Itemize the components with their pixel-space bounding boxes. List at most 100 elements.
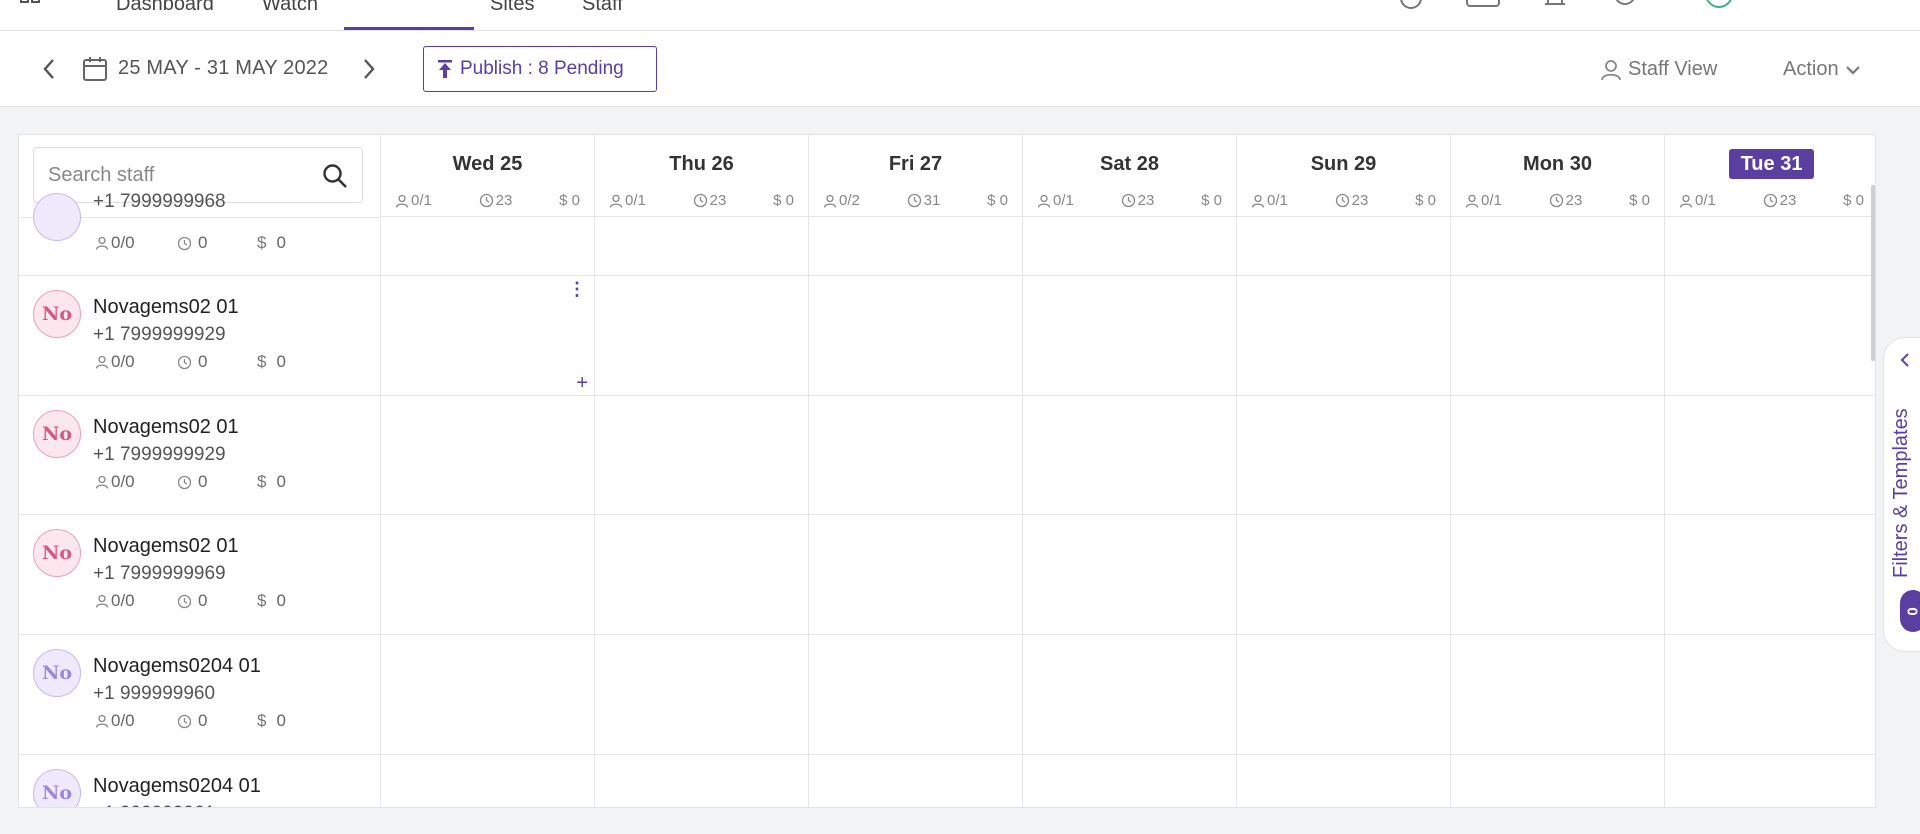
schedule-cell[interactable] xyxy=(808,396,1022,514)
schedule-cell[interactable] xyxy=(594,755,808,807)
staff-info-cell[interactable]: +1 7999999968 0/0 0 $0 xyxy=(19,191,380,275)
staff-shifts: 0/0 xyxy=(95,352,177,372)
day-header: Wed 25 0/1 23 $ 0 xyxy=(380,135,594,217)
day-cost-value: $ 0 xyxy=(1415,192,1436,209)
day-name-text: Tue 31 xyxy=(1728,149,1815,179)
schedule-cell[interactable] xyxy=(1450,635,1664,754)
schedule-cell[interactable] xyxy=(1022,276,1236,395)
staff-info-cell[interactable]: No Novagems02 01 +1 7999999929 0/0 0 $0 xyxy=(19,276,380,395)
staff-info-cell[interactable]: No Novagems02 01 +1 7999999929 0/0 0 $0 xyxy=(19,396,380,514)
schedule-cell[interactable] xyxy=(1022,515,1236,634)
schedule-cell[interactable] xyxy=(380,396,594,514)
person-icon xyxy=(95,594,109,608)
schedule-cell[interactable] xyxy=(1664,276,1875,395)
schedule-cell[interactable] xyxy=(1022,217,1236,275)
schedule-cell[interactable] xyxy=(808,755,1022,807)
day-stats: 0/2 31 $ 0 xyxy=(823,192,1008,209)
schedule-cell[interactable] xyxy=(1450,755,1664,807)
staff-view-toggle[interactable]: Staff View xyxy=(1600,58,1717,81)
day-name-text: Sun 29 xyxy=(1310,153,1377,175)
calendar-icon[interactable] xyxy=(82,56,108,82)
schedule-cell[interactable] xyxy=(1236,515,1450,634)
staff-info-cell[interactable]: No Novagems0204 01 +1 999999960 0/0 0 $0 xyxy=(19,635,380,754)
day-name[interactable]: Mon 30 xyxy=(1451,153,1664,176)
schedule-cell[interactable] xyxy=(1236,217,1450,275)
schedule-cell[interactable] xyxy=(1450,515,1664,634)
schedule-cell[interactable] xyxy=(380,635,594,754)
nav-item-dashboard[interactable]: Dashboard xyxy=(116,0,214,16)
search-icon[interactable] xyxy=(322,163,348,189)
schedule-cell[interactable] xyxy=(808,635,1022,754)
action-dropdown[interactable]: Action xyxy=(1783,58,1861,81)
day-hours: 23 xyxy=(479,192,512,209)
staff-info-cell[interactable]: No Novagems02 01 +1 7999999969 0/0 0 $0 xyxy=(19,515,380,634)
schedule-cell[interactable] xyxy=(1236,396,1450,514)
schedule-cell[interactable] xyxy=(380,515,594,634)
staff-phone: +1 7999999969 xyxy=(93,563,226,584)
staff-avatar xyxy=(33,193,81,241)
schedule-cell[interactable] xyxy=(594,217,808,275)
previous-week-icon[interactable] xyxy=(42,58,56,80)
staff-stats: 0/0 0 $0 xyxy=(95,233,286,253)
staff-cost-value: 0 xyxy=(276,352,286,371)
schedule-cell[interactable] xyxy=(1236,755,1450,807)
publish-button[interactable]: Publish : 8 Pending xyxy=(423,46,657,92)
day-hours: 23 xyxy=(1763,192,1796,209)
schedule-cell[interactable] xyxy=(1664,396,1875,514)
add-shift-icon[interactable]: + xyxy=(576,373,588,393)
day-name[interactable]: Sun 29 xyxy=(1237,153,1450,176)
schedule-cell[interactable]: ⋮ + xyxy=(380,276,594,395)
schedule-cell[interactable] xyxy=(594,635,808,754)
apps-grid-icon[interactable] xyxy=(20,0,40,4)
schedule-cell[interactable] xyxy=(1236,635,1450,754)
schedule-cell[interactable] xyxy=(808,276,1022,395)
day-name[interactable]: Sat 28 xyxy=(1023,153,1236,176)
schedule-cell[interactable] xyxy=(380,217,594,275)
bell-icon[interactable] xyxy=(1540,0,1570,10)
schedule-cell[interactable] xyxy=(1664,217,1875,275)
schedule-cell[interactable] xyxy=(594,515,808,634)
help-icon[interactable] xyxy=(1610,0,1640,10)
day-staff-value: 0/1 xyxy=(1481,192,1502,209)
schedule-cell[interactable] xyxy=(1450,396,1664,514)
settings-icon[interactable] xyxy=(1396,0,1426,10)
schedule-cell[interactable] xyxy=(1022,635,1236,754)
nav-item-staff[interactable]: Staff xyxy=(582,0,623,16)
more-options-icon[interactable]: ⋮ xyxy=(568,280,586,298)
schedule-cell[interactable] xyxy=(594,396,808,514)
staff-info-cell[interactable]: NoNovagems0204 01+1 999999961$ xyxy=(19,755,380,807)
schedule-cell[interactable] xyxy=(808,515,1022,634)
nav-item-sites[interactable]: Sites xyxy=(490,0,534,16)
day-name[interactable]: Thu 26 xyxy=(595,153,808,176)
schedule-cell[interactable] xyxy=(1022,755,1236,807)
chevron-left-icon[interactable] xyxy=(1898,352,1912,368)
person-icon xyxy=(1251,194,1265,208)
nav-item-watch[interactable]: Watch xyxy=(262,0,318,16)
day-name[interactable]: Fri 27 xyxy=(809,153,1022,176)
filters-templates-tab[interactable]: Filters & Templates 0 xyxy=(1883,337,1920,652)
schedule-cell[interactable] xyxy=(1450,217,1664,275)
inbox-icon[interactable] xyxy=(1466,0,1500,10)
schedule-cell[interactable] xyxy=(1022,396,1236,514)
schedule-cell[interactable] xyxy=(594,276,808,395)
day-stats: 0/1 23 $ 0 xyxy=(609,192,794,209)
schedule-cell[interactable] xyxy=(1450,276,1664,395)
day-header: Tue 31 0/1 23 $ 0 xyxy=(1664,135,1875,217)
staff-name: Novagems02 01 xyxy=(93,416,239,438)
user-avatar-icon[interactable] xyxy=(1702,0,1736,12)
schedule-cell[interactable] xyxy=(1236,276,1450,395)
schedule-cell[interactable] xyxy=(1664,635,1875,754)
filters-count: 0 xyxy=(1904,606,1920,616)
next-week-icon[interactable] xyxy=(362,58,376,80)
schedule-cell[interactable] xyxy=(1664,515,1875,634)
schedule-cell[interactable] xyxy=(1664,755,1875,807)
filters-templates-label: Filters & Templates xyxy=(1890,408,1912,578)
staff-row: NoNovagems0204 01+1 999999961$ xyxy=(19,755,1875,807)
schedule-cell[interactable] xyxy=(808,217,1022,275)
clock-icon xyxy=(1763,193,1777,208)
schedule-cell[interactable] xyxy=(380,755,594,807)
day-name[interactable]: Tue 31 xyxy=(1665,149,1875,179)
vertical-scrollbar[interactable] xyxy=(1871,185,1875,361)
day-name[interactable]: Wed 25 xyxy=(381,153,594,176)
date-range-label[interactable]: 25 MAY - 31 MAY 2022 xyxy=(118,57,328,80)
